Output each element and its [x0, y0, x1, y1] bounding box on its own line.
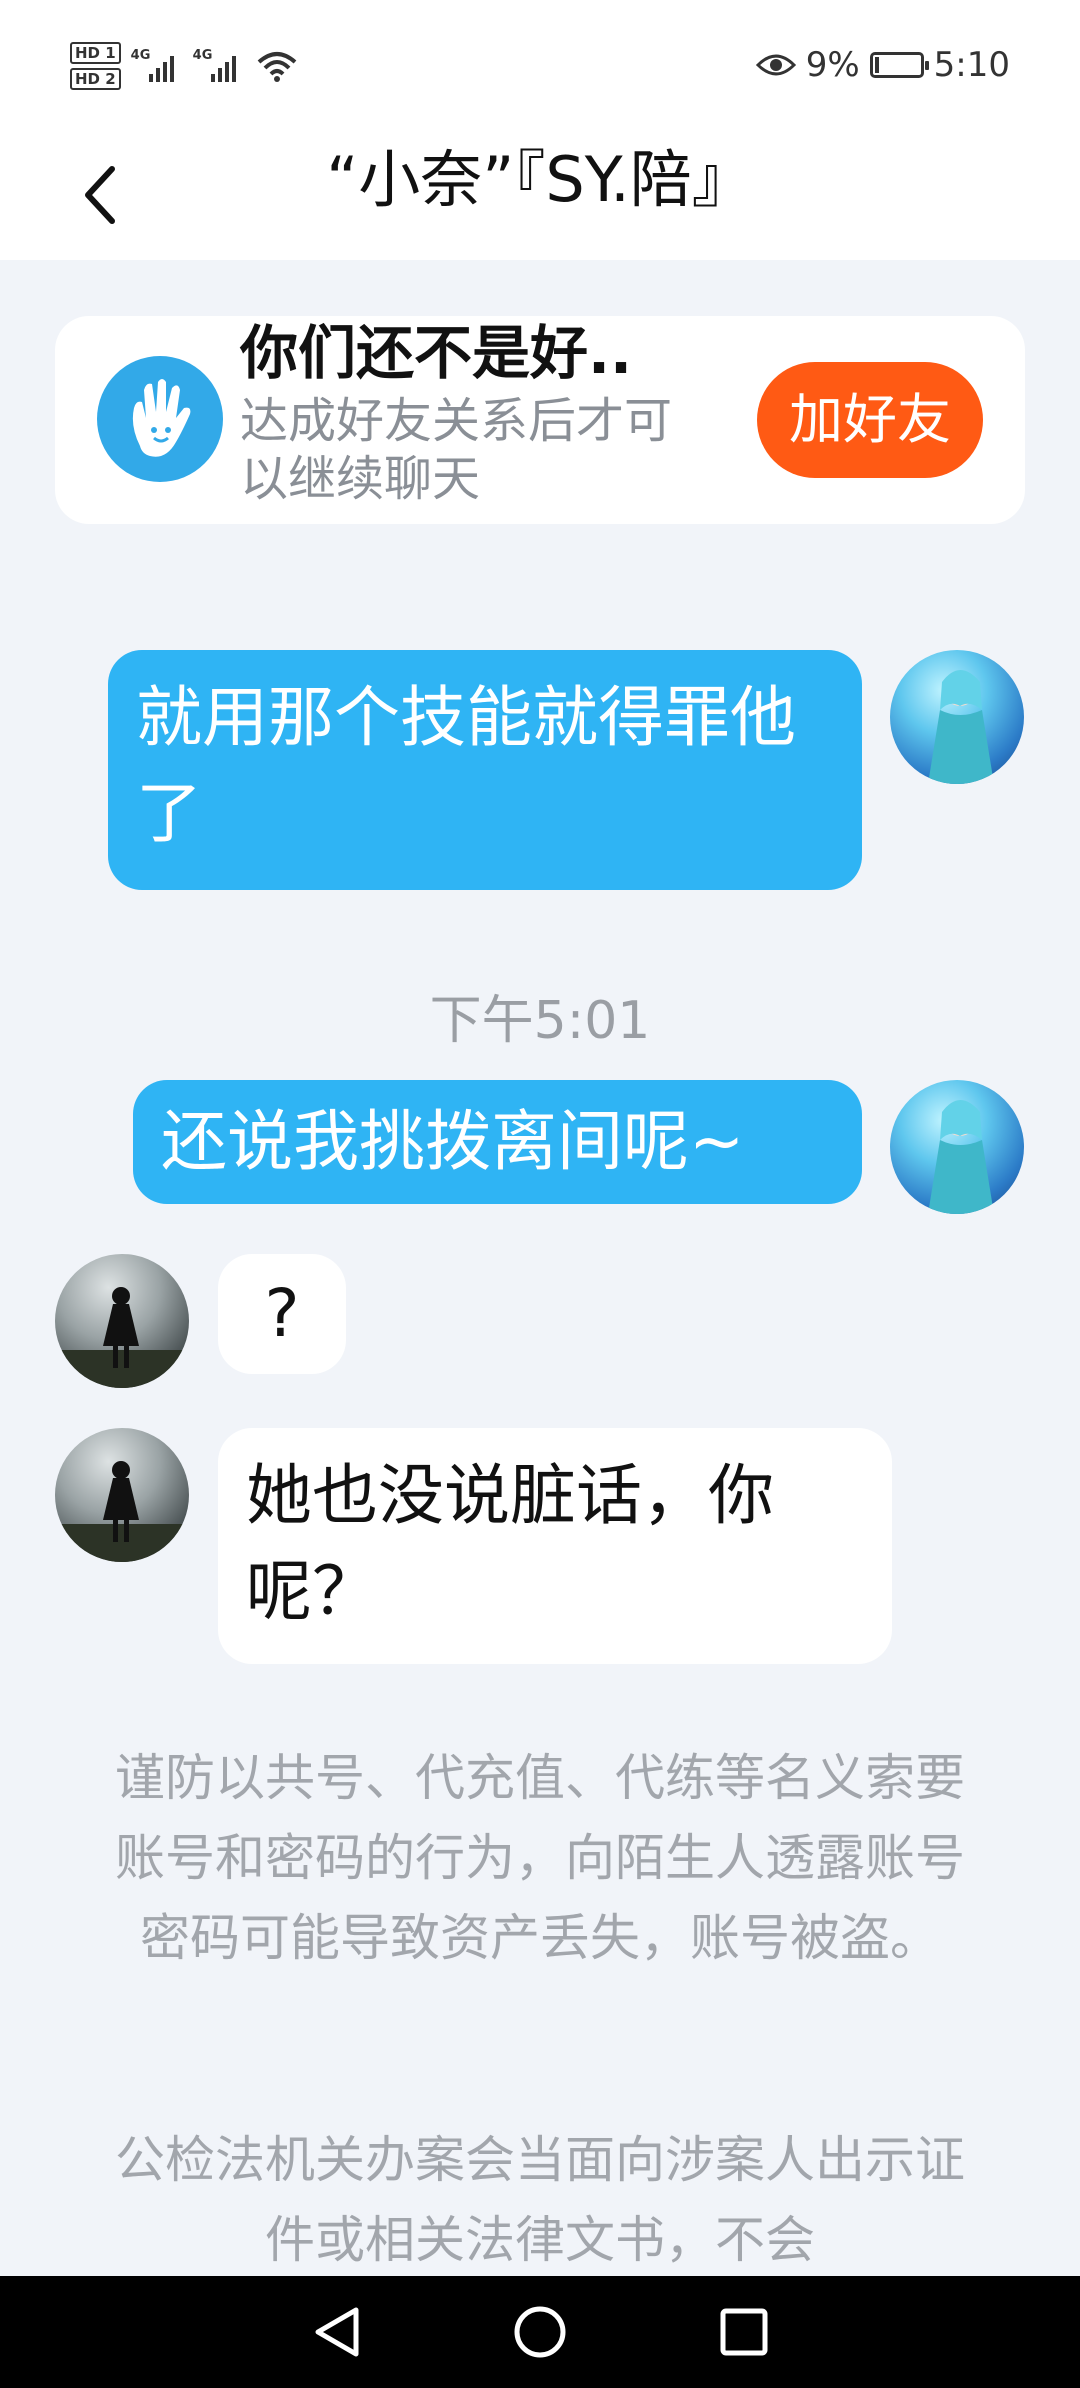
message-bubble-outgoing[interactable]: 就用那个技能就得罪他了: [108, 650, 862, 890]
signal-icon: 4G: [131, 46, 183, 86]
add-friend-button[interactable]: 加好友: [757, 362, 983, 478]
hd-icon: HD 1 HD 2: [70, 42, 121, 90]
my-avatar[interactable]: [890, 650, 1024, 784]
clock: 5:10: [933, 45, 1010, 85]
battery-icon: [869, 52, 929, 78]
circle-home-icon[interactable]: [512, 2304, 568, 2360]
status-right: 9% 5:10: [755, 40, 1010, 90]
contact-avatar[interactable]: [55, 1254, 189, 1388]
triangle-back-icon[interactable]: [310, 2304, 362, 2360]
hd1-label: HD 1: [70, 42, 121, 64]
message-bubble-outgoing[interactable]: 还说我挑拨离间呢~: [133, 1080, 862, 1204]
contact-avatar[interactable]: [55, 1428, 189, 1562]
battery-fill: [874, 57, 879, 73]
system-nav-bar: [0, 2276, 1080, 2388]
my-avatar[interactable]: [890, 1080, 1024, 1214]
hd2-label: HD 2: [70, 68, 121, 90]
message-bubble-incoming[interactable]: 她也没说脏话，你呢？: [218, 1428, 892, 1664]
wifi-icon: [257, 52, 296, 82]
signal-label: 4G: [130, 48, 151, 63]
signal-label: 4G: [192, 48, 213, 63]
chat-title: “小奈”『SY.陪』: [326, 143, 754, 216]
status-bar: HD 1 HD 2 4G 4G 9% 5:10: [0, 0, 1080, 130]
signal-icon: 4G: [193, 46, 245, 86]
message-bubble-incoming[interactable]: ?: [218, 1254, 346, 1374]
safety-notice: 谨防以共号、代充值、代练等名义索要账号和密码的行为，向陌生人透露账号密码可能导致…: [115, 1749, 965, 1967]
message-timestamp: 下午5:01: [429, 991, 651, 1051]
hand-wave-icon: [97, 356, 223, 482]
battery-percent: 9%: [805, 45, 860, 85]
safety-notice: 公检法机关办案会当面向涉案人出示证件或相关法律文书，不会: [115, 2131, 965, 2269]
status-left: HD 1 HD 2 4G 4G: [70, 36, 299, 96]
eye-icon: [755, 54, 796, 76]
chat-header: “小奈”『SY.陪』: [0, 130, 1080, 260]
banner-title: 你们还不是好..: [240, 319, 633, 387]
banner-subtitle: 达成好友关系后才可以继续聊天: [240, 393, 673, 507]
square-recent-icon[interactable]: [718, 2306, 770, 2358]
friend-banner: 你们还不是好.. 达成好友关系后才可以继续聊天 加好友: [55, 316, 1025, 524]
